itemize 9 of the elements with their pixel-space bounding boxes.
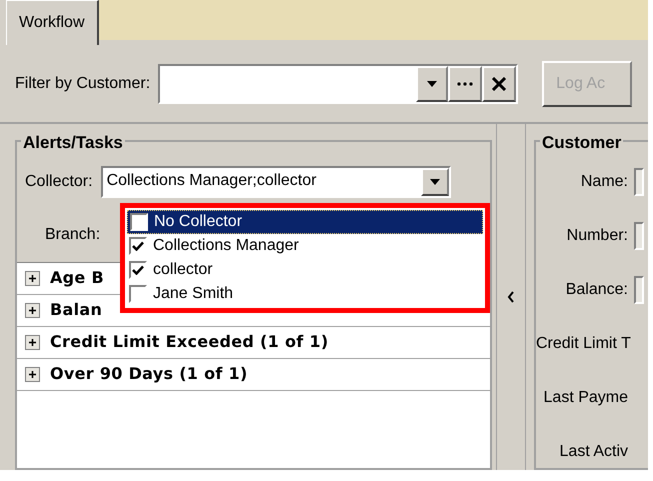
field-label: Number: [566,226,628,246]
branch-label: Branch: [45,224,100,244]
field-label: Last Payme [542,388,628,408]
field-label: Last Activ [558,442,628,462]
collector-label: Collector: [25,172,93,192]
filter-label: Filter by Customer: [15,74,150,94]
field-label: Credit Limit T [536,334,628,354]
field-label: Balance: [564,280,628,300]
field-label: Name: [580,172,628,192]
